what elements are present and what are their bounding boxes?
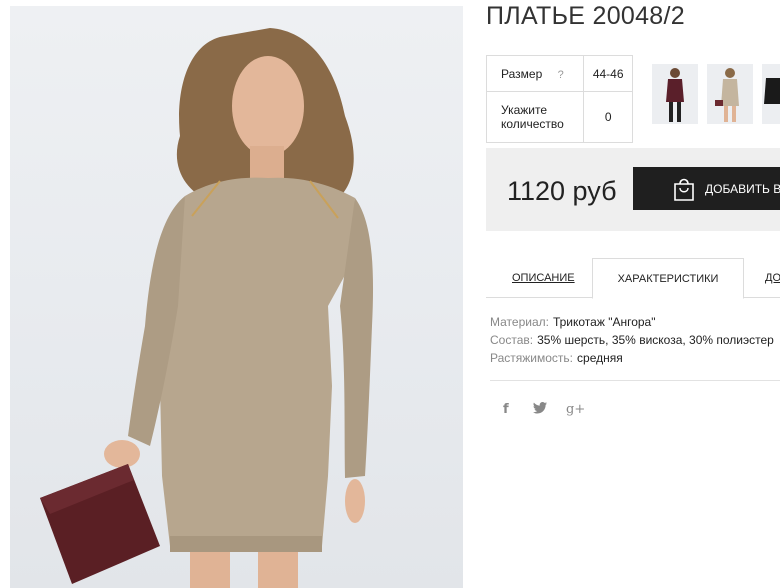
- thumb-black-image: [764, 78, 780, 104]
- size-option-44-46[interactable]: 44-46: [583, 55, 633, 92]
- size-row: Размер ? 44-46: [485, 55, 633, 92]
- section-divider: [490, 380, 780, 381]
- characteristic-value: Трикотаж "Ангора": [552, 315, 656, 329]
- characteristic-value: средняя: [577, 351, 623, 365]
- quantity-label-line1: Укажите: [501, 103, 548, 117]
- product-tabs: ОПИСАНИЕ ХАРАКТЕРИСТИКИ ДО: [486, 258, 780, 299]
- quantity-cell: [583, 91, 633, 143]
- price-box: 1120 руб ДОБАВИТЬ В: [486, 148, 780, 231]
- thumb-beige-image: [715, 68, 739, 122]
- googleplus-share-icon[interactable]: g+: [566, 402, 585, 417]
- twitter-share-icon[interactable]: [533, 402, 547, 417]
- twitter-bird-icon: [533, 402, 547, 414]
- characteristic-key: Состав:: [490, 333, 534, 347]
- characteristics-list: Материал: Трикотаж "Ангора" Состав: 35% ше…: [490, 313, 774, 367]
- size-label: Размер: [501, 66, 543, 81]
- thumb-black-dress[interactable]: [762, 64, 780, 124]
- product-main-image[interactable]: [10, 6, 463, 588]
- characteristic-row: Растяжимость: средняя: [490, 349, 774, 367]
- characteristic-row: Материал: Трикотаж "Ангора": [490, 313, 774, 331]
- characteristic-key: Материал:: [490, 315, 549, 329]
- add-to-cart-button[interactable]: ДОБАВИТЬ В: [633, 167, 780, 210]
- tab-description[interactable]: ОПИСАНИЕ: [512, 258, 575, 298]
- product-price: 1120 руб: [507, 176, 617, 206]
- tab-characteristics[interactable]: ХАРАКТЕРИСТИКИ: [592, 258, 744, 299]
- dress-model-illustration: [40, 28, 374, 588]
- quantity-input[interactable]: [588, 110, 629, 124]
- shopping-bag-icon: [674, 178, 694, 201]
- thumb-beige-dress[interactable]: [707, 64, 753, 124]
- thumb-burgundy-image: [666, 68, 684, 122]
- size-quantity-table: Размер ? 44-46 Укажите количество: [485, 55, 633, 143]
- product-title: ПЛАТЬЕ 20048/2: [486, 2, 685, 30]
- facebook-share-icon[interactable]: f: [503, 402, 509, 417]
- characteristic-value: 35% шерсть, 35% вискоза, 30% полиэстер: [537, 333, 774, 347]
- quantity-row: Укажите количество: [485, 91, 633, 143]
- characteristic-key: Растяжимость:: [490, 351, 574, 365]
- quantity-label-line2: количество: [501, 117, 564, 131]
- size-help-icon[interactable]: ?: [558, 69, 564, 81]
- characteristic-row: Состав: 35% шерсть, 35% вискоза, 30% поли…: [490, 331, 774, 349]
- tab-more[interactable]: ДО: [765, 258, 780, 298]
- add-to-cart-label: ДОБАВИТЬ В: [705, 181, 780, 196]
- thumb-burgundy-dress[interactable]: [652, 64, 698, 124]
- quantity-label-cell: Укажите количество: [485, 91, 585, 143]
- size-label-cell: Размер ?: [485, 55, 585, 92]
